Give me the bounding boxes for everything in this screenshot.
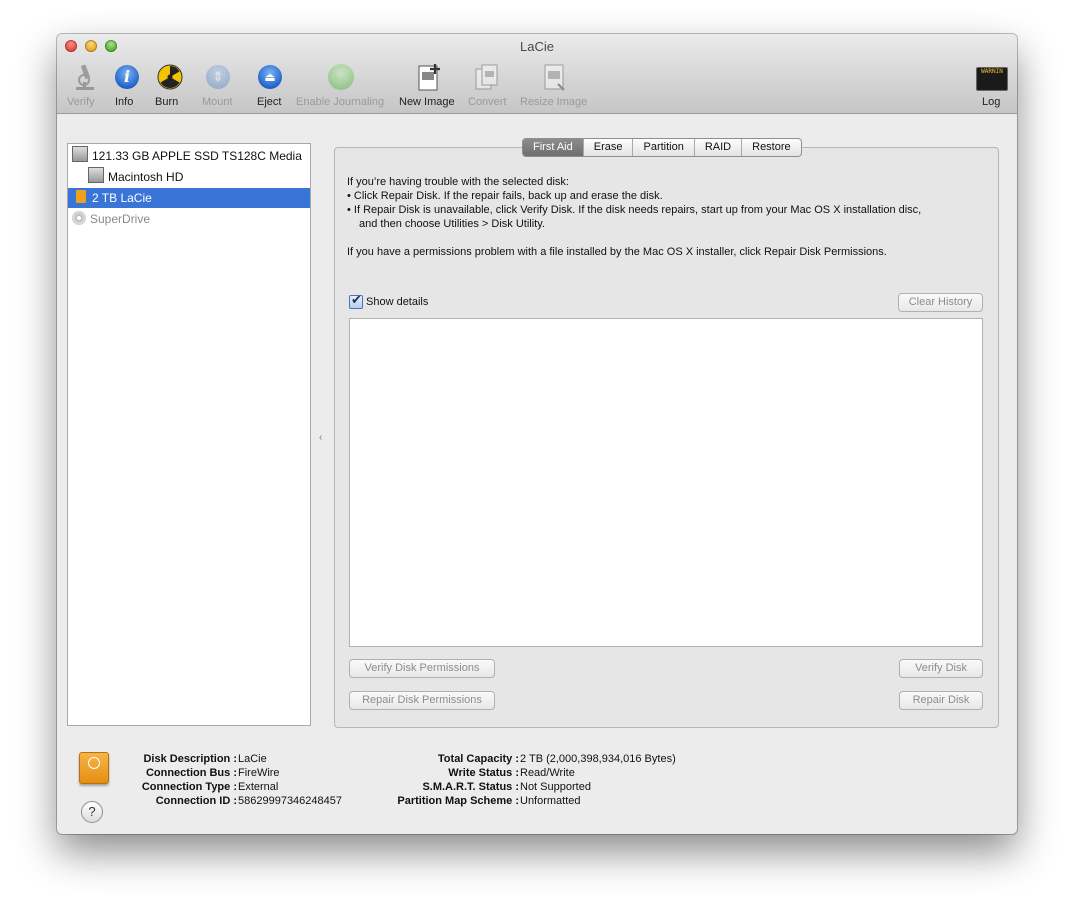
- disk-list-label: SuperDrive: [90, 212, 151, 226]
- repair-disk-button[interactable]: Repair Disk: [899, 691, 983, 710]
- tab-erase[interactable]: Erase: [582, 139, 633, 156]
- firewire-icon: [88, 757, 100, 769]
- split-view-handle[interactable]: ‹: [319, 432, 322, 443]
- new-image-icon: [418, 64, 440, 91]
- volume-icon: [88, 167, 104, 183]
- new-image-label: New Image: [399, 96, 455, 108]
- clear-history-button[interactable]: Clear History: [898, 293, 983, 312]
- connection-type-value: External: [238, 781, 279, 793]
- info-icon: i: [115, 65, 139, 89]
- tab-bar: First Aid Erase Partition RAID Restore: [522, 138, 802, 157]
- total-capacity-value: 2 TB (2,000,398,934,016 Bytes): [520, 753, 676, 765]
- disk-list-label: Macintosh HD: [108, 170, 184, 184]
- first-aid-instructions: If you’re having trouble with the select…: [347, 175, 977, 259]
- log-label: Log: [982, 96, 1001, 108]
- write-status-value: Read/Write: [520, 767, 575, 779]
- connection-type-key: Connection Type :: [141, 781, 237, 793]
- tab-raid[interactable]: RAID: [693, 139, 741, 156]
- show-details-label: Show details: [366, 296, 429, 308]
- disk-description-value: LaCie: [238, 753, 267, 765]
- resize-image-label: Resize Image: [520, 96, 588, 108]
- connection-bus-value: FireWire: [238, 767, 280, 779]
- instruction-bullet: • If Repair Disk is unavailable, click V…: [347, 204, 922, 230]
- console-text: WARNIN: [981, 68, 1003, 75]
- permissions-text: If you have a permissions problem with a…: [347, 246, 887, 258]
- microscope-icon: [76, 64, 94, 90]
- disk-list-label: 121.33 GB APPLE SSD TS128C Media: [92, 149, 302, 163]
- connection-id-key: Connection ID :: [155, 795, 237, 807]
- mount-icon: ⇕: [206, 65, 230, 89]
- internal-disk-icon: [72, 146, 88, 162]
- disk-list-item-selected[interactable]: 2 TB LaCie: [68, 188, 310, 208]
- details-log[interactable]: [349, 318, 983, 647]
- disk-list-item[interactable]: SuperDrive: [72, 209, 150, 229]
- enable-journaling-label: Enable Journaling: [296, 96, 385, 108]
- window-title: LaCie: [520, 39, 554, 54]
- verify-disk-button[interactable]: Verify Disk: [899, 659, 983, 678]
- title-bar: LaCie Verify i Info Burn ⇕ Mount ⏏ Eject…: [57, 34, 1017, 114]
- resize-image-icon: [544, 64, 565, 91]
- checkmark-icon: ✔: [351, 292, 362, 307]
- show-details-checkbox[interactable]: ✔: [349, 292, 363, 309]
- eject-label: Eject: [257, 96, 282, 108]
- tab-partition[interactable]: Partition: [632, 139, 693, 156]
- optical-drive-icon: [72, 211, 86, 225]
- console-icon: WARNIN: [976, 67, 1008, 91]
- convert-label: Convert: [468, 96, 507, 108]
- connection-bus-key: Connection Bus :: [145, 767, 237, 779]
- partition-map-value: Unformatted: [520, 795, 581, 807]
- smart-status-value: Not Supported: [520, 781, 591, 793]
- disk-list[interactable]: 121.33 GB APPLE SSD TS128C Media Macinto…: [67, 143, 311, 726]
- eject-icon: ⏏: [258, 65, 282, 89]
- disk-description-key: Disk Description :: [143, 753, 237, 765]
- intro-text: If you’re having trouble with the select…: [347, 176, 569, 188]
- mount-label: Mount: [202, 96, 233, 108]
- tab-restore[interactable]: Restore: [741, 139, 801, 156]
- total-capacity-key: Total Capacity :: [437, 753, 519, 765]
- smart-status-key: S.M.A.R.T. Status :: [422, 781, 519, 793]
- help-button[interactable]: ?: [81, 801, 103, 823]
- write-status-key: Write Status :: [448, 767, 519, 779]
- convert-icon: [475, 64, 498, 90]
- disk-list-label: 2 TB LaCie: [92, 191, 152, 205]
- disk-list-item[interactable]: 121.33 GB APPLE SSD TS128C Media: [72, 146, 302, 166]
- connection-id-value: 58629997346248457: [238, 795, 343, 807]
- disk-list-item[interactable]: Macintosh HD: [88, 167, 183, 187]
- verify-label: Verify: [67, 96, 95, 108]
- journaling-icon: [328, 64, 354, 90]
- burn-label: Burn: [155, 96, 179, 108]
- repair-disk-permissions-button[interactable]: Repair Disk Permissions: [349, 691, 495, 710]
- instruction-bullet: • Click Repair Disk. If the repair fails…: [347, 190, 663, 202]
- info-label: Info: [115, 96, 134, 108]
- external-disk-icon: [74, 190, 88, 204]
- disk-utility-window: LaCie Verify i Info Burn ⇕ Mount ⏏ Eject…: [57, 34, 1017, 834]
- partition-map-key: Partition Map Scheme :: [397, 795, 519, 807]
- radiation-icon: [157, 64, 183, 90]
- verify-disk-permissions-button[interactable]: Verify Disk Permissions: [349, 659, 495, 678]
- tab-first-aid[interactable]: First Aid: [523, 139, 583, 156]
- selected-disk-icon: [79, 752, 109, 784]
